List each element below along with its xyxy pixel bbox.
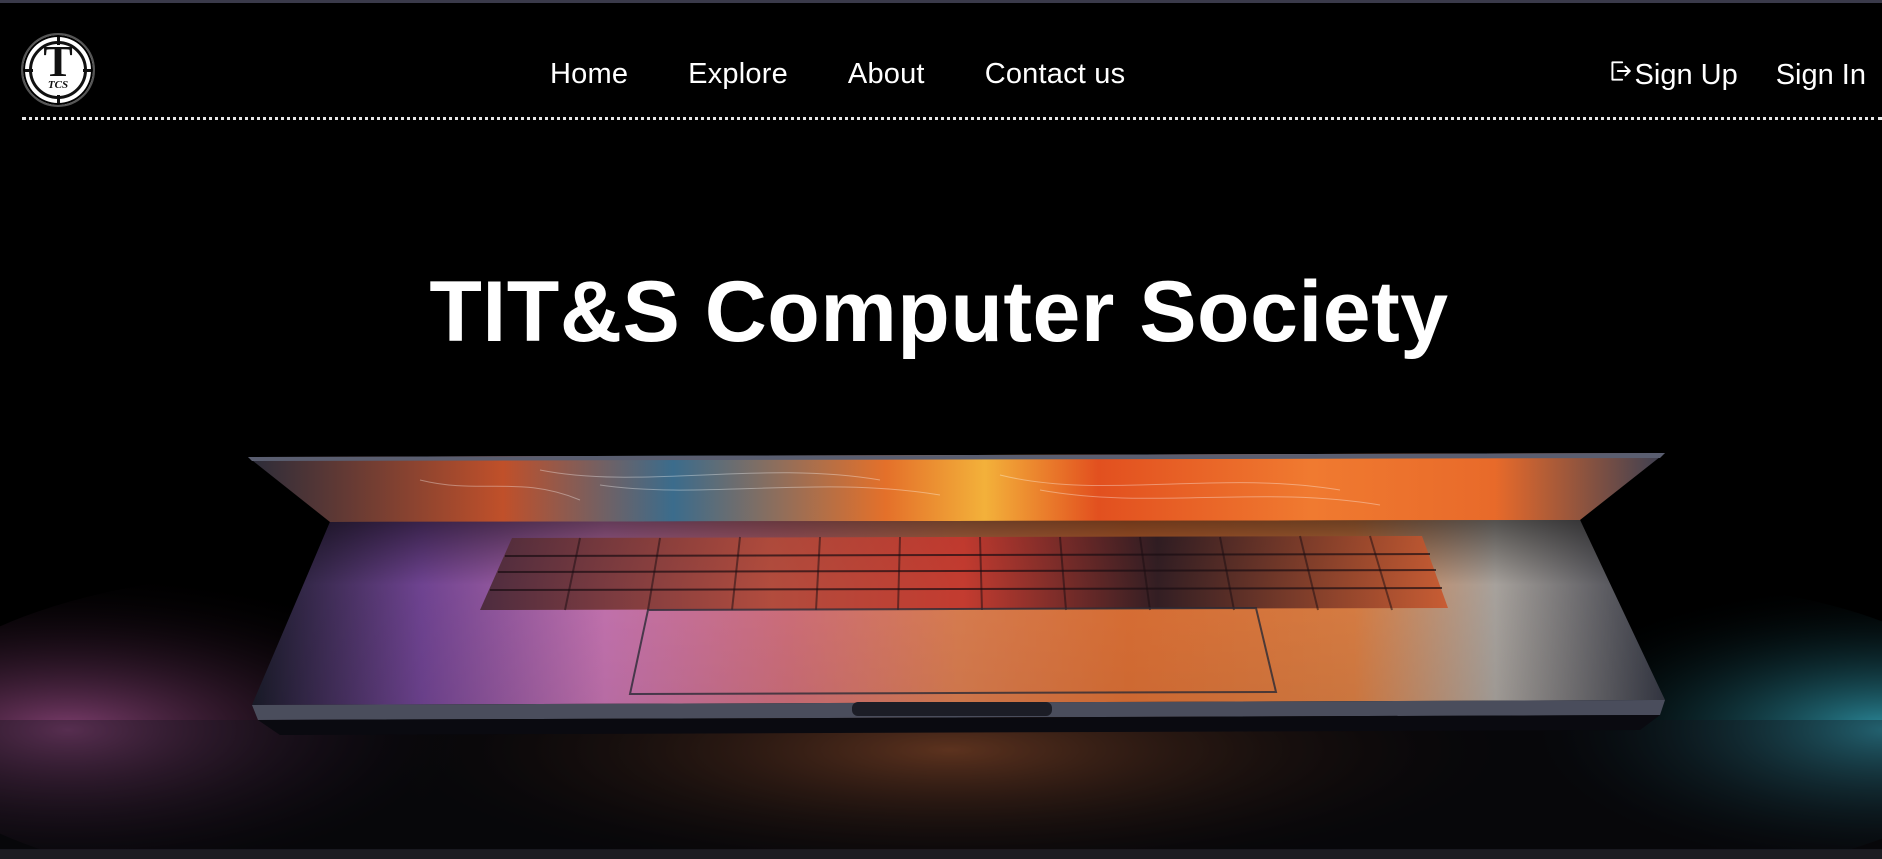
hero-laptop-image xyxy=(0,453,1882,850)
nav-link-home[interactable]: Home xyxy=(550,56,628,92)
nav-link-explore[interactable]: Explore xyxy=(688,56,788,92)
logo-tick xyxy=(57,95,60,103)
logo[interactable]: T TCS xyxy=(21,33,95,107)
nav-link-contact[interactable]: Contact us xyxy=(985,56,1126,92)
signup-label: Sign Up xyxy=(1634,59,1738,91)
signup-button[interactable]: Sign Up xyxy=(1607,57,1738,93)
auth-links: Sign Up Sign In xyxy=(1607,57,1866,93)
signin-button[interactable]: Sign In xyxy=(1776,57,1866,93)
hero-title: TIT&S Computer Society xyxy=(0,262,1882,362)
hero-title-text: TIT&S Computer Society xyxy=(429,264,1449,360)
main-nav: Home Explore About Contact us xyxy=(550,56,1185,92)
sign-up-icon xyxy=(1610,61,1631,81)
nav-link-about[interactable]: About xyxy=(848,56,925,92)
navbar: T TCS Home Explore About Contact us Sign… xyxy=(0,0,1882,120)
nav-divider xyxy=(22,117,1882,120)
signin-label: Sign In xyxy=(1775,59,1866,91)
bottom-border xyxy=(0,849,1882,859)
page: T TCS Home Explore About Contact us Sign… xyxy=(0,0,1882,859)
logo-subtext: TCS xyxy=(47,79,69,91)
logo-letter: T xyxy=(43,37,73,86)
